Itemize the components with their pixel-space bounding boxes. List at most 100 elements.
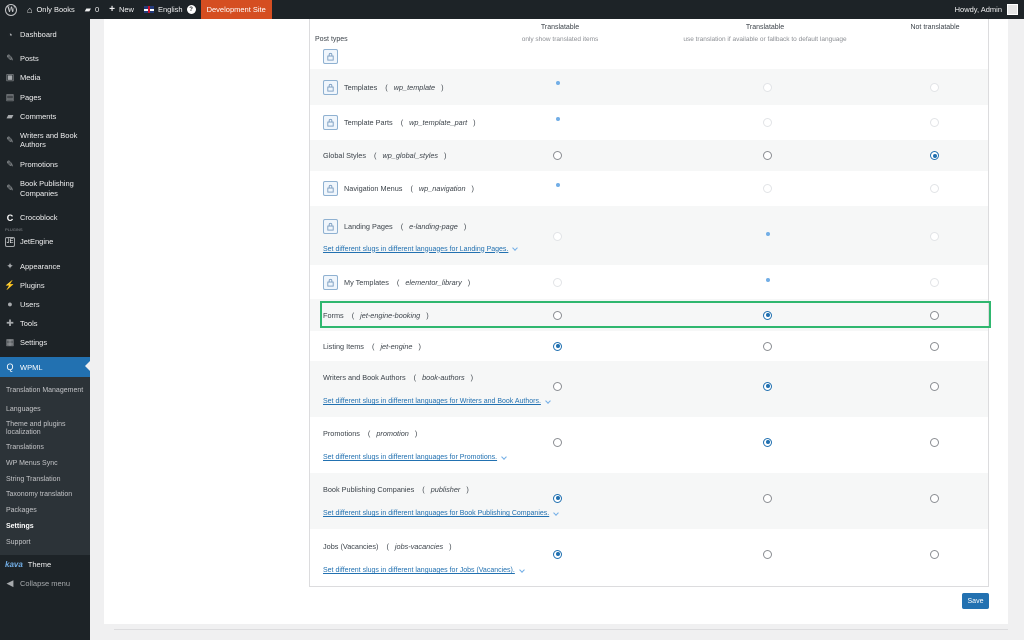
menu-appearance[interactable]: ✦ Appearance — [0, 257, 90, 276]
submenu-taxonomy-translation[interactable]: Taxonomy translation — [0, 488, 90, 504]
fallback-radio[interactable] — [763, 437, 772, 447]
menu-label: Comments — [20, 111, 57, 121]
menu-pages[interactable]: ▤ Pages — [0, 88, 90, 107]
submenu-translations[interactable]: Translations — [0, 440, 90, 456]
new-label: New — [118, 5, 134, 14]
menu-crocoblock[interactable]: C Crocoblock — [0, 208, 90, 227]
comment-icon: ▰ — [6, 110, 14, 121]
not-translatable-radio[interactable] — [930, 437, 939, 447]
slug-link-publishers[interactable]: Set different slugs in different languag… — [323, 509, 560, 517]
fallback-radio[interactable] — [763, 381, 772, 391]
lock-icon[interactable] — [323, 274, 338, 290]
slug-link-writers[interactable]: Set different slugs in different languag… — [323, 397, 551, 405]
col-title: Not translatable — [910, 24, 960, 31]
lock-icon[interactable] — [323, 218, 338, 234]
menu-settings[interactable]: ▦ Settings — [0, 333, 90, 352]
not-translatable-radio — [930, 277, 939, 287]
menu-promotions[interactable]: ✎ Promotions — [0, 155, 90, 174]
translatable-radio[interactable] — [553, 437, 562, 447]
fallback-radio[interactable] — [763, 341, 772, 351]
lock-icon[interactable] — [323, 181, 338, 196]
forms-row-highlight — [320, 301, 991, 328]
lock-icon[interactable] — [323, 115, 338, 130]
new-content-link[interactable]: + New — [104, 0, 139, 19]
not-translatable-radio[interactable] — [930, 493, 939, 503]
slug-link-promotions[interactable]: Set different slugs in different languag… — [323, 453, 507, 461]
submenu-settings[interactable]: Settings — [0, 519, 90, 535]
submenu-languages[interactable]: Languages — [0, 403, 90, 419]
menu-jetengine[interactable]: JE JetEngine — [0, 232, 90, 251]
menu-theme[interactable]: kava Theme — [0, 555, 90, 574]
slug-link-landing-pages[interactable]: Set different slugs in different languag… — [323, 245, 519, 253]
menu-plugins[interactable]: ⚡ Plugins — [0, 276, 90, 295]
comments-link[interactable]: ▰ 0 — [80, 0, 104, 19]
submenu-packages[interactable]: Packages — [0, 504, 90, 520]
submenu-support[interactable]: Support — [0, 535, 90, 551]
menu-label: WPML — [20, 362, 43, 372]
table-row: Writers and Book Authors (book-authors) … — [310, 361, 988, 417]
submenu-theme-plugins-localization[interactable]: Theme and plugins localization — [0, 418, 90, 440]
menu-wpml[interactable]: Q WPML — [0, 357, 90, 377]
comment-icon: ▰ — [84, 5, 91, 14]
submenu-wp-menus-sync[interactable]: WP Menus Sync — [0, 456, 90, 472]
translatable-radio[interactable] — [553, 549, 562, 559]
submenu-translation-management[interactable]: Translation Management — [0, 381, 90, 403]
post-type-name: My Templates — [344, 277, 389, 287]
not-translatable-radio — [930, 82, 939, 92]
menu-label: Book Publishing Companies — [20, 179, 74, 198]
fallback-radio — [763, 184, 772, 193]
menu-label: Appearance — [20, 261, 61, 271]
not-translatable-radio[interactable] — [930, 151, 939, 160]
menu-users[interactable]: ● Users — [0, 295, 90, 314]
lock-icon[interactable] — [323, 79, 338, 95]
menu-media[interactable]: ▣ Media — [0, 68, 90, 87]
fallback-radio[interactable] — [763, 549, 772, 559]
home-icon: ⌂ — [27, 4, 33, 15]
post-type-name: Writers and Book Authors — [323, 373, 406, 382]
post-type-slug: e-landing-page — [409, 221, 458, 231]
submenu-string-translation[interactable]: String Translation — [0, 472, 90, 488]
development-site-badge[interactable]: Development Site — [200, 0, 272, 19]
translatable-radio[interactable] — [553, 151, 562, 160]
menu-posts[interactable]: ✎ Posts — [0, 49, 90, 68]
wordpress-logo-menu[interactable]: W — [0, 0, 22, 19]
pin-icon: ✎ — [6, 183, 14, 193]
not-translatable-radio[interactable] — [930, 341, 939, 351]
language-switcher[interactable]: English? — [139, 0, 201, 19]
post-type-slug: wp_navigation — [418, 184, 466, 193]
fallback-radio[interactable] — [763, 493, 772, 503]
translatable-radio[interactable] — [553, 381, 562, 391]
translatable-radio[interactable] — [553, 341, 562, 351]
menu-publishers[interactable]: ✎ Book Publishing Companies — [0, 174, 90, 203]
translatable-radio[interactable] — [553, 493, 562, 503]
post-type-label: Landing Pages (e-landing-page) — [323, 218, 466, 234]
table-row: Book Publishing Companies (publisher) Se… — [310, 473, 988, 529]
fallback-radio[interactable] — [763, 151, 772, 160]
not-translatable-radio[interactable] — [930, 381, 939, 391]
menu-comments[interactable]: ▰ Comments — [0, 107, 90, 126]
not-translatable-radio — [930, 231, 939, 241]
plus-icon: + — [109, 4, 115, 15]
jetengine-icon: JE — [5, 236, 15, 247]
slug-link-jobs[interactable]: Set different slugs in different languag… — [323, 566, 525, 574]
post-type-label: Template Parts (wp_template_part) — [323, 115, 476, 130]
fallback-radio — [763, 82, 772, 92]
collapse-menu-button[interactable]: ◀ Collapse menu — [0, 574, 90, 593]
avatar — [1007, 4, 1018, 15]
menu-writers[interactable]: ✎ Writers and Book Authors — [0, 126, 90, 155]
menu-label: Crocoblock — [20, 213, 58, 223]
post-type-name: Book Publishing Companies — [323, 485, 415, 494]
my-account-menu[interactable]: Howdy, Admin — [955, 4, 1024, 15]
chevron-down-icon — [501, 453, 507, 460]
menu-dashboard[interactable]: ◔ Dashboard — [0, 25, 90, 44]
site-name-link[interactable]: ⌂ Only Books — [22, 0, 80, 19]
table-row: Templates (wp_template) — [310, 69, 988, 105]
help-icon[interactable]: ? — [186, 5, 196, 14]
post-type-slug: wp_template_part — [409, 118, 468, 127]
post-type-label: Promotions (promotion) — [323, 429, 418, 438]
menu-label: Plugins — [20, 280, 45, 290]
menu-tools[interactable]: ✚ Tools — [0, 314, 90, 333]
save-button[interactable]: Save — [962, 593, 989, 609]
menu-label: JetEngine — [20, 237, 54, 247]
not-translatable-radio[interactable] — [930, 549, 939, 559]
